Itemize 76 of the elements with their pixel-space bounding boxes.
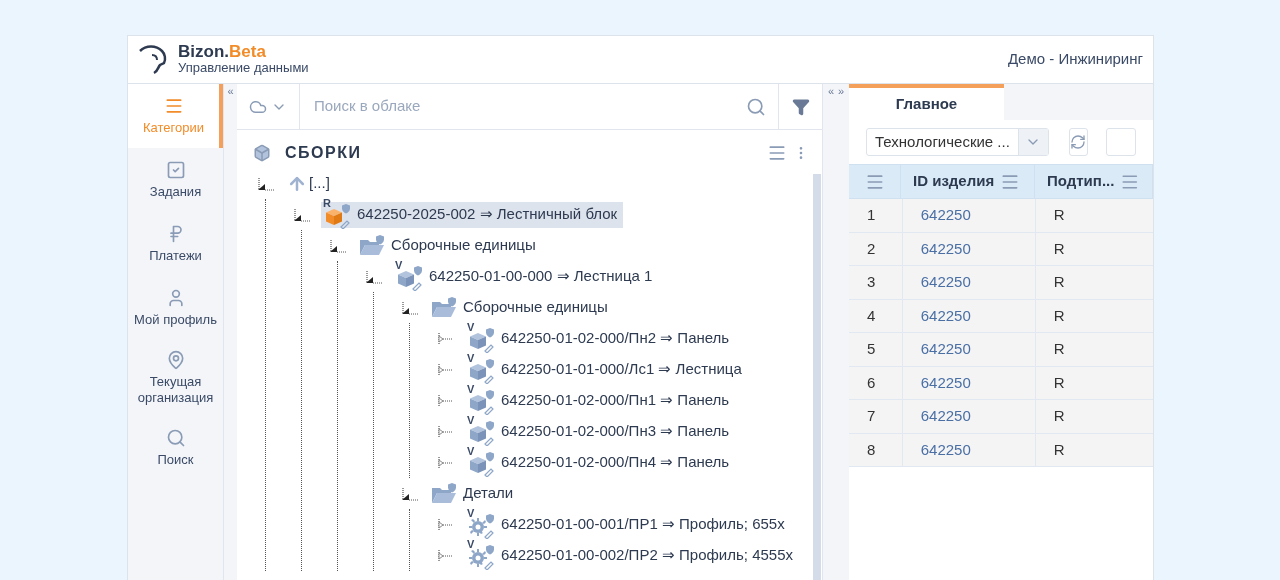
tree-item[interactable]: V 642250-01-02-000/Пн4 ⇒ Панель xyxy=(465,449,736,476)
brand-subtitle: Управление данными xyxy=(178,59,309,76)
product-id-link[interactable]: 642250 xyxy=(920,304,971,327)
expanded-toggle-icon[interactable] xyxy=(257,175,275,192)
tree-item[interactable]: V 642250-01-01-000/Лс1 ⇒ Лестница xyxy=(465,356,748,383)
collapse-toggle[interactable]: « xyxy=(827,86,834,580)
column-header[interactable]: ID изделия xyxy=(913,170,995,193)
row-number: 8 xyxy=(867,439,876,460)
tree-item[interactable]: R 642250-2025-002 ⇒ Лестничный блок xyxy=(321,201,624,228)
expanded-toggle-icon[interactable] xyxy=(329,237,347,254)
collapsed-toggle-icon[interactable] xyxy=(437,547,455,564)
cube-icon xyxy=(253,144,271,162)
collapsed-toggle-icon[interactable] xyxy=(437,330,455,347)
table-cell-text: R xyxy=(1053,205,1065,225)
column-header[interactable]: Подтип... xyxy=(1047,170,1115,193)
search-field[interactable]: Поиск в облаке xyxy=(300,84,746,129)
tree-item[interactable]: Сборочные единицы xyxy=(357,232,542,259)
row-number: 6 xyxy=(867,372,876,393)
row-number: 4 xyxy=(867,305,876,326)
filter-icon[interactable] xyxy=(791,97,810,116)
search-icon[interactable] xyxy=(746,96,766,117)
view-dropdown[interactable]: Технологические ... xyxy=(866,128,1049,156)
table-cell-text: R xyxy=(1053,406,1065,426)
product-id-link[interactable]: 642250 xyxy=(920,237,971,260)
sidebar-item[interactable]: Платежи xyxy=(128,212,223,276)
row-number: 2 xyxy=(867,238,876,259)
sidebar-item[interactable]: Текущая организация xyxy=(128,340,223,416)
tab[interactable]: Главное xyxy=(849,84,1004,120)
expanded-toggle-icon[interactable] xyxy=(401,485,419,502)
refresh-button[interactable] xyxy=(1068,128,1088,156)
row-number: 7 xyxy=(867,406,876,426)
table-cell-text: R xyxy=(1053,339,1065,359)
collapsed-toggle-icon[interactable] xyxy=(437,516,455,533)
table-cell-text: R xyxy=(1053,272,1065,292)
refresh-icon xyxy=(1070,134,1087,150)
tree-item[interactable]: V 642250-01-02-000/Пн1 ⇒ Панель xyxy=(465,387,736,414)
tree-item[interactable]: Сборочные единицы xyxy=(429,294,614,321)
table-cell-text: R xyxy=(1053,305,1065,326)
collapse-toggle[interactable]: « xyxy=(227,86,234,97)
brand-name: Bizon.Beta xyxy=(178,43,267,60)
checkbox-icon xyxy=(165,160,186,180)
product-id-link[interactable]: 642250 xyxy=(920,438,971,461)
product-id-link[interactable]: 642250 xyxy=(920,271,971,294)
tree-item[interactable]: [...] xyxy=(285,170,336,197)
row-number: 3 xyxy=(867,272,876,292)
table-cell-text: R xyxy=(1053,238,1065,259)
tree-item[interactable]: V 642250-01-00-000 ⇒ Лестница 1 xyxy=(393,263,659,290)
scrollbar[interactable] xyxy=(813,174,821,580)
search-icon xyxy=(165,428,186,448)
row-number: 5 xyxy=(867,339,876,359)
product-id-link[interactable]: 642250 xyxy=(920,338,971,361)
expanded-toggle-icon[interactable] xyxy=(365,268,383,285)
expanded-toggle-icon[interactable] xyxy=(293,206,311,223)
collapsed-toggle-icon[interactable] xyxy=(437,454,455,471)
collapsed-toggle-icon[interactable] xyxy=(437,423,455,440)
expanded-toggle-icon[interactable] xyxy=(401,299,419,316)
product-id-link[interactable]: 642250 xyxy=(920,371,971,394)
menu-icon[interactable] xyxy=(767,143,787,163)
table-cell-text: R xyxy=(1053,439,1065,460)
tree-item[interactable]: Детали xyxy=(429,480,520,507)
collapse-toggle[interactable]: » xyxy=(838,86,845,580)
sidebar-item[interactable]: Мой профиль xyxy=(128,276,223,340)
collapsed-toggle-icon[interactable] xyxy=(437,392,455,409)
tree-title: СБОРКИ xyxy=(285,143,362,163)
sidebar-item[interactable]: Поиск xyxy=(128,416,223,480)
sidebar-item[interactable]: Задания xyxy=(128,148,223,212)
table-cell-text: R xyxy=(1053,372,1065,393)
tree-item[interactable]: V 642250-01-02-000/Пн2 ⇒ Панель xyxy=(465,325,736,352)
product-id-link[interactable]: 642250 xyxy=(920,405,971,428)
row-number: 1 xyxy=(867,205,876,225)
tree-item[interactable]: V 642250-01-02-000/Пн3 ⇒ Панель xyxy=(465,418,736,445)
collapsed-toggle-icon[interactable] xyxy=(437,361,455,378)
product-id-link[interactable]: 642250 xyxy=(920,204,971,227)
tree-item[interactable]: V 642250-01-00-001/ПР1 ⇒ Профиль; 655x xyxy=(465,511,791,538)
organization-name: Демо - Инжиниринг xyxy=(1007,49,1143,70)
tree-item[interactable]: V 642250-01-00-002/ПР2 ⇒ Профиль; 4555x xyxy=(465,542,800,569)
